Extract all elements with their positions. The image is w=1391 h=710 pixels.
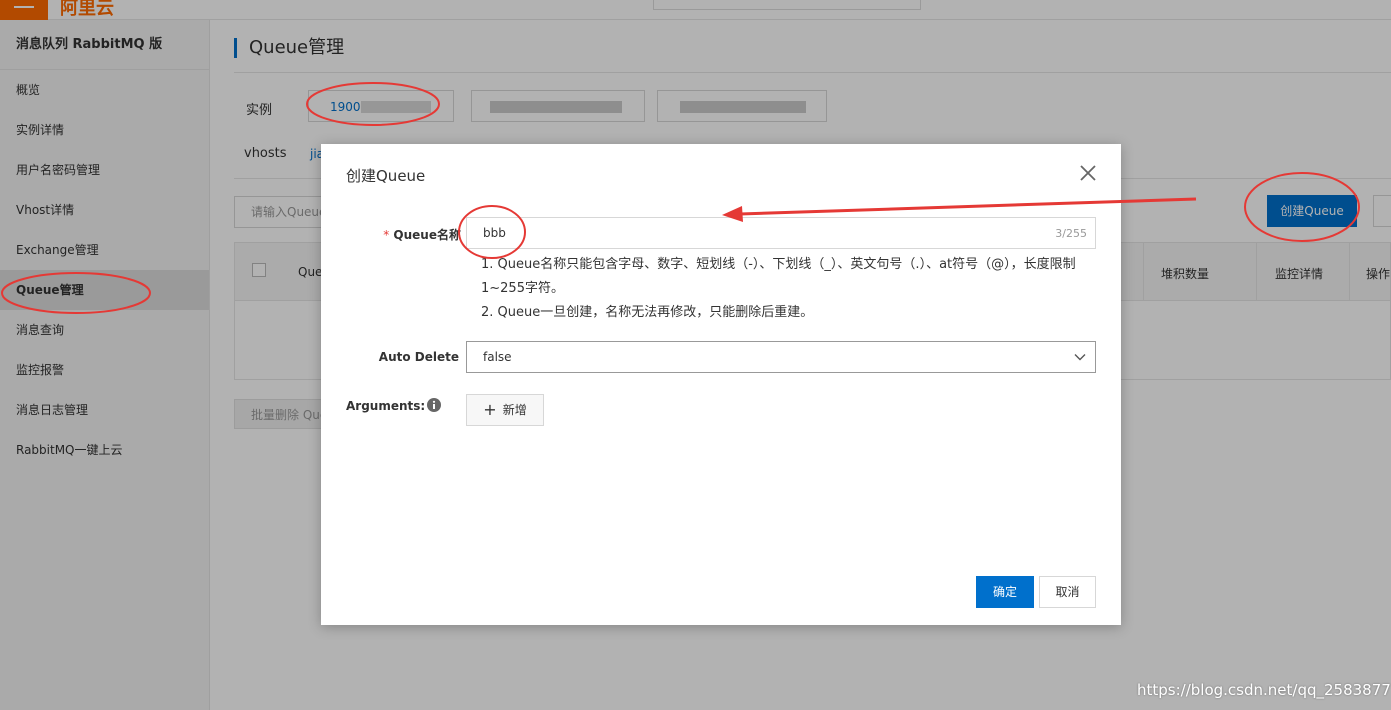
annotation-layer xyxy=(1,82,1360,314)
annotation-arrow-head xyxy=(722,206,743,222)
watermark: https://blog.csdn.net/qq_25838777 xyxy=(1137,681,1391,699)
annotation-circle-create xyxy=(1244,172,1360,242)
annotation-circle-instance xyxy=(306,82,440,126)
annotation-circle-name xyxy=(458,205,526,259)
annotation-arrow-line xyxy=(739,197,1197,216)
annotation-circle-sidebar xyxy=(1,272,151,314)
